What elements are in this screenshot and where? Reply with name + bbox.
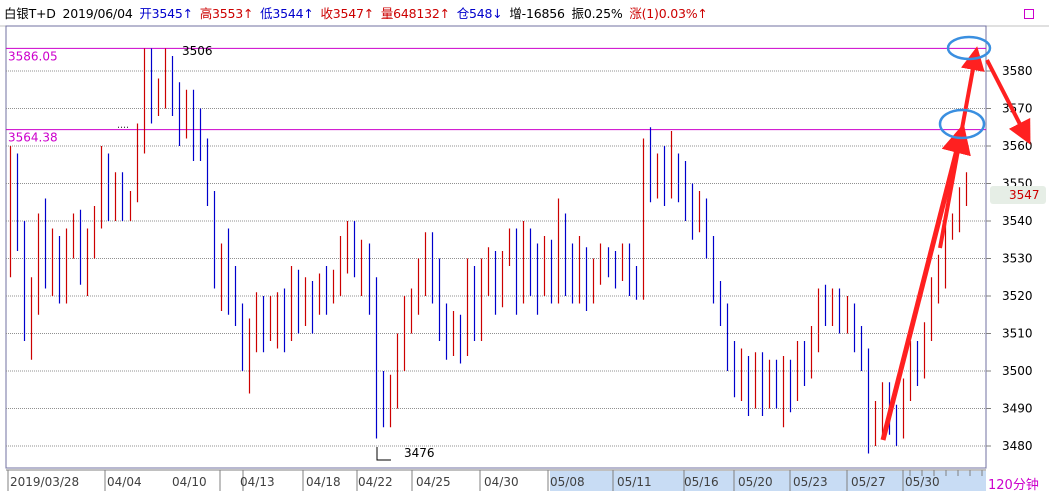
- open-interest-change: 增-16856: [509, 6, 565, 21]
- last-price-label: 3547: [1009, 188, 1040, 202]
- y-tick-label: 3540: [1002, 214, 1033, 228]
- plot-border: [5, 25, 987, 469]
- x-tick-label: 04/30: [484, 475, 519, 489]
- low-annotation-leader: [376, 447, 391, 461]
- x-tick-label: 04/04: [107, 475, 142, 489]
- level-label: 3564.38: [8, 131, 58, 145]
- instrument-name: 白银T+D: [4, 6, 56, 21]
- settings-box-icon[interactable]: [1024, 9, 1034, 19]
- x-tick-label: 04/22: [358, 475, 393, 489]
- x-tick-label: 04/18: [306, 475, 341, 489]
- x-tick-label: 05/23: [793, 475, 828, 489]
- level-label: 3586.05: [8, 49, 58, 63]
- y-tick-label: 3580: [1002, 64, 1033, 78]
- y-tick-label: 3490: [1002, 402, 1033, 416]
- x-tick-label: 04/25: [416, 475, 451, 489]
- quote-header: 白银T+D 2019/06/04 开3545↑ 高3553↑ 低3544↑ 收3…: [4, 4, 711, 24]
- x-tick-label: 2019/03/28: [10, 475, 79, 489]
- close-price: 收3547↑: [320, 6, 375, 21]
- x-tick-label: 05/08: [550, 475, 585, 489]
- x-tick-label: 05/20: [738, 475, 773, 489]
- x-tick-label: 04/10: [172, 475, 207, 489]
- low-price: 低3544↑: [260, 6, 314, 21]
- y-tick-label: 3560: [1002, 139, 1033, 153]
- y-tick-label: 3500: [1002, 364, 1033, 378]
- x-tick-label: 05/16: [684, 475, 719, 489]
- y-tick-label: 3520: [1002, 289, 1033, 303]
- y-tick-label: 3530: [1002, 252, 1033, 266]
- open-price: 开3545↑: [139, 6, 193, 21]
- low-annotation: 3476: [404, 446, 435, 460]
- volume: 量648132↑: [380, 6, 450, 21]
- x-tick-label: 05/11: [617, 475, 652, 489]
- y-tick-label: 3480: [1002, 439, 1033, 453]
- y-tick-label: 3570: [1002, 102, 1033, 116]
- period-label[interactable]: 120分钟: [988, 474, 1039, 493]
- x-tick-label: 04/13: [240, 475, 275, 489]
- trend-arrow-up-2: [938, 46, 985, 249]
- amplitude: 振0.25%: [571, 6, 623, 21]
- open-interest: 仓548↓: [456, 6, 503, 21]
- x-tick-label: 05/30: [905, 475, 940, 489]
- high-annotation: 3506: [182, 44, 213, 58]
- candlestick-chart: 3480349035003510352035303540355035603570…: [0, 25, 1049, 491]
- quote-date: 2019/06/04: [62, 6, 133, 21]
- x-tick-label: 05/27: [851, 475, 886, 489]
- high-price: 高3553↑: [199, 6, 254, 21]
- y-tick-label: 3510: [1002, 327, 1033, 341]
- price-change: 涨(1)0.03%↑: [629, 6, 708, 21]
